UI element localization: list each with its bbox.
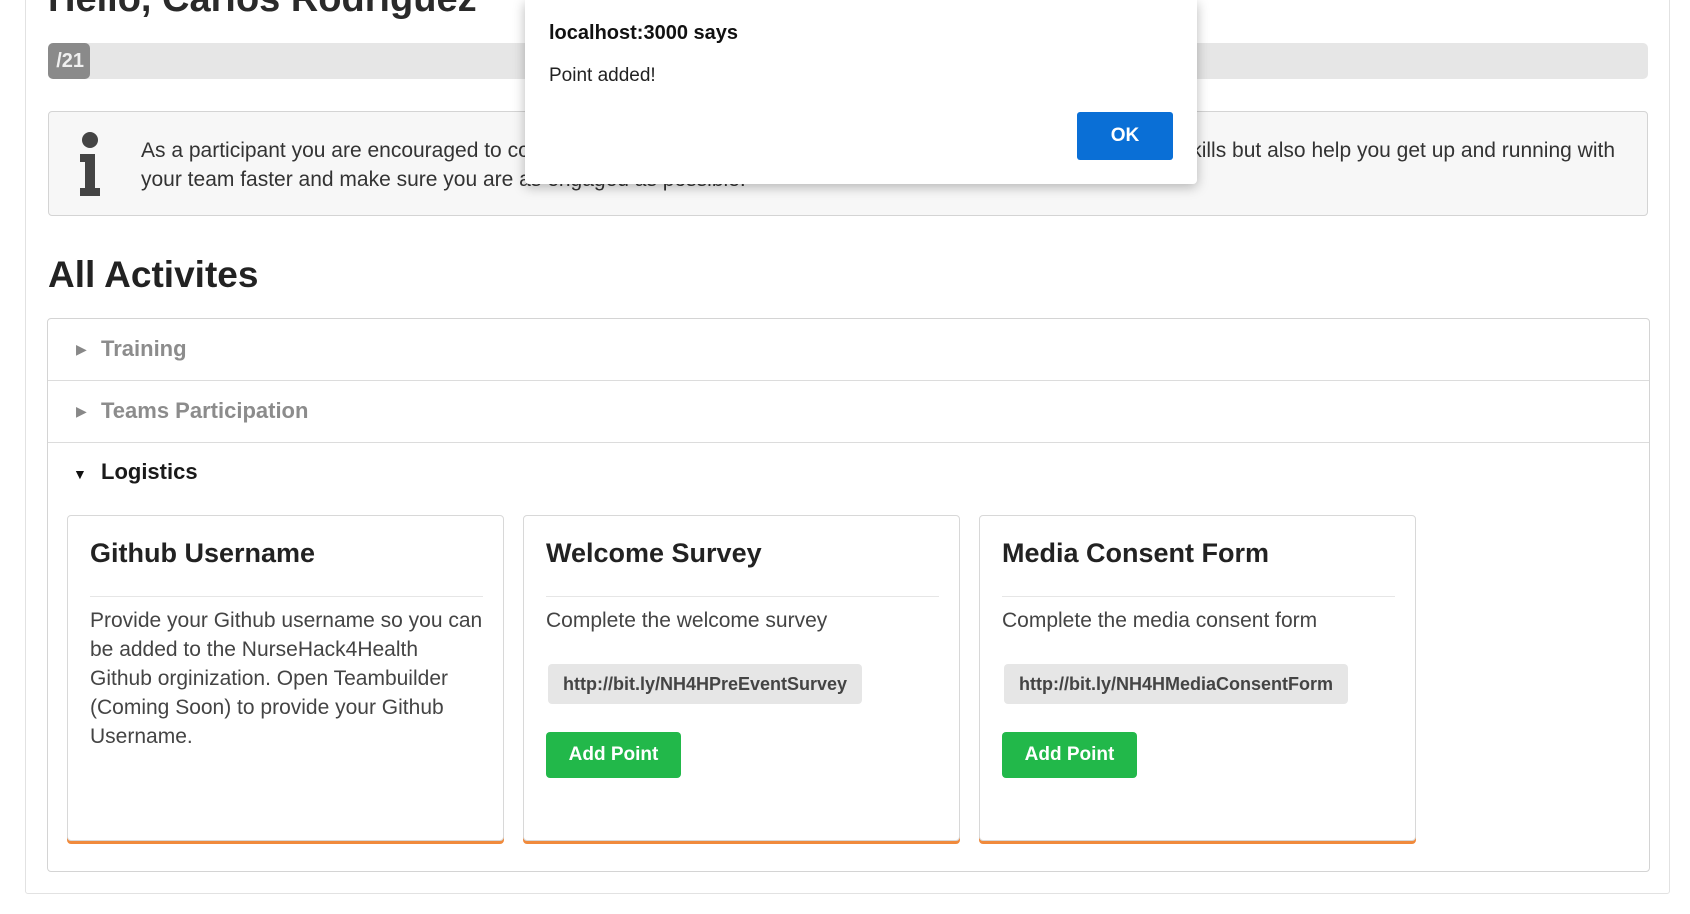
add-point-button[interactable]: Add Point [546,732,681,778]
caret-down-icon: ▼ [73,466,87,482]
card-title: Github Username [90,538,316,568]
divider [90,596,483,597]
activities-heading: All Activites [48,254,259,295]
accordion-label: Logistics [101,459,198,484]
greeting-heading: Hello, Carlos Rodriguez [48,0,477,21]
ok-button[interactable]: OK [1077,112,1173,160]
alert-dialog: localhost:3000 says Point added! OK [525,0,1197,184]
card-description: Complete the welcome survey [546,609,828,632]
progress-fill: /21 [48,43,90,79]
activity-card-github: Github Username Provide your Github user… [67,515,504,841]
accordion-label: Training [101,336,187,361]
dialog-title: localhost:3000 says [549,22,738,44]
accordion-logistics[interactable]: ▼ Logistics [48,442,1649,504]
card-description: Complete the media consent form [1002,609,1318,632]
divider [546,596,939,597]
card-title: Media Consent Form [1002,538,1270,568]
consent-form-link[interactable]: http://bit.ly/NH4HMediaConsentForm [1004,664,1348,704]
accordion-teams-participation[interactable]: ▶ Teams Participation [48,381,1649,443]
caret-right-icon: ▶ [76,403,87,419]
accordion-label: Teams Participation [101,398,309,423]
dialog-message: Point added! [549,65,656,86]
activity-card-welcome-survey: Welcome Survey Complete the welcome surv… [523,515,960,841]
card-title: Welcome Survey [546,538,762,568]
info-icon [80,132,100,196]
activity-card-media-consent: Media Consent Form Complete the media co… [979,515,1416,841]
caret-right-icon: ▶ [76,341,87,357]
divider [1002,596,1395,597]
add-point-button[interactable]: Add Point [1002,732,1137,778]
card-description: Provide your Github username so you can … [90,609,483,748]
survey-link[interactable]: http://bit.ly/NH4HPreEventSurvey [548,664,863,704]
accordion-training[interactable]: ▶ Training [48,319,1649,381]
